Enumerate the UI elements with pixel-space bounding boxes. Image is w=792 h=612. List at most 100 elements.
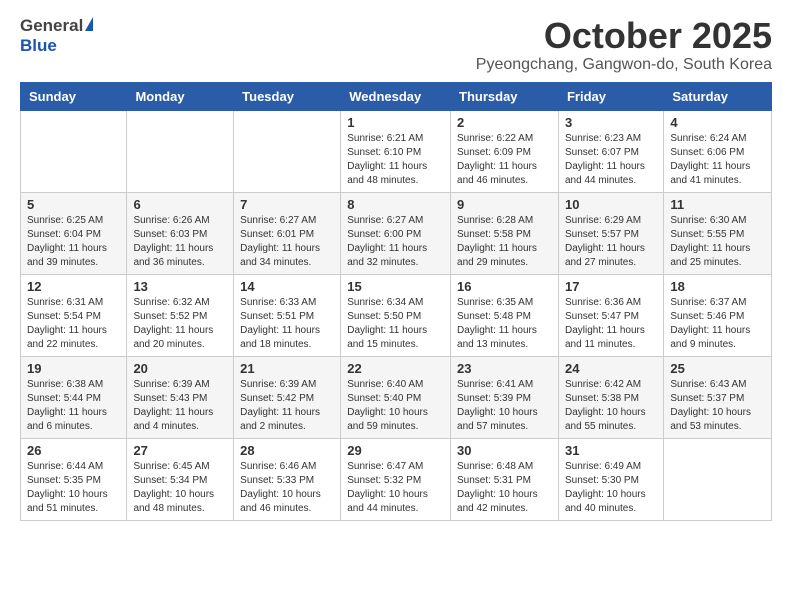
day-number: 26 xyxy=(27,443,120,458)
day-info: Sunrise: 6:48 AM Sunset: 5:31 PM Dayligh… xyxy=(457,460,552,516)
calendar-cell: 20 Sunrise: 6:39 AM Sunset: 5:43 PM Dayli… xyxy=(127,356,234,438)
location-title: Pyeongchang, Gangwon-do, South Korea xyxy=(476,56,772,74)
day-number: 31 xyxy=(565,443,657,458)
day-info: Sunrise: 6:22 AM Sunset: 6:09 PM Dayligh… xyxy=(457,132,552,188)
day-info: Sunrise: 6:31 AM Sunset: 5:54 PM Dayligh… xyxy=(27,296,120,352)
day-info: Sunrise: 6:27 AM Sunset: 6:01 PM Dayligh… xyxy=(240,214,334,270)
calendar-cell: 26 Sunrise: 6:44 AM Sunset: 5:35 PM Dayli… xyxy=(21,438,127,520)
day-number: 9 xyxy=(457,197,552,212)
calendar-cell: 2 Sunrise: 6:22 AM Sunset: 6:09 PM Daylig… xyxy=(451,110,559,192)
calendar-cell: 4Sunrise: 6:24 AM Sunset: 6:06 PM Daylig… xyxy=(664,110,772,192)
day-number: 8 xyxy=(347,197,444,212)
calendar-cell: 14 Sunrise: 6:33 AM Sunset: 5:51 PM Dayli… xyxy=(234,274,341,356)
day-info: Sunrise: 6:33 AM Sunset: 5:51 PM Dayligh… xyxy=(240,296,334,352)
day-info: Sunrise: 6:34 AM Sunset: 5:50 PM Dayligh… xyxy=(347,296,444,352)
day-info: Sunrise: 6:25 AM Sunset: 6:04 PM Dayligh… xyxy=(27,214,120,270)
calendar-cell: 18 Sunrise: 6:37 AM Sunset: 5:46 PM Dayli… xyxy=(664,274,772,356)
day-info: Sunrise: 6:37 AM Sunset: 5:46 PM Dayligh… xyxy=(670,296,765,352)
calendar-cell: 3Sunrise: 6:23 AM Sunset: 6:07 PM Daylig… xyxy=(558,110,663,192)
calendar-cell: 21Sunrise: 6:39 AM Sunset: 5:42 PM Dayli… xyxy=(234,356,341,438)
day-number: 10 xyxy=(565,197,657,212)
weekday-header-friday: Friday xyxy=(558,82,663,110)
day-number: 2 xyxy=(457,115,552,130)
day-info: Sunrise: 6:26 AM Sunset: 6:03 PM Dayligh… xyxy=(133,214,227,270)
weekday-header-monday: Monday xyxy=(127,82,234,110)
day-info: Sunrise: 6:28 AM Sunset: 5:58 PM Dayligh… xyxy=(457,214,552,270)
calendar-week-row: 12 Sunrise: 6:31 AM Sunset: 5:54 PM Dayli… xyxy=(21,274,772,356)
day-number: 19 xyxy=(27,361,120,376)
day-number: 13 xyxy=(133,279,227,294)
day-number: 16 xyxy=(457,279,552,294)
weekday-header-row: SundayMondayTuesdayWednesdayThursdayFrid… xyxy=(21,82,772,110)
day-number: 28 xyxy=(240,443,334,458)
day-number: 30 xyxy=(457,443,552,458)
logo-blue: Blue xyxy=(20,36,57,55)
logo-icon xyxy=(85,17,93,31)
day-info: Sunrise: 6:45 AM Sunset: 5:34 PM Dayligh… xyxy=(133,460,227,516)
day-number: 12 xyxy=(27,279,120,294)
day-number: 18 xyxy=(670,279,765,294)
calendar-cell: 30 Sunrise: 6:48 AM Sunset: 5:31 PM Dayli… xyxy=(451,438,559,520)
calendar-cell: 16 Sunrise: 6:35 AM Sunset: 5:48 PM Dayli… xyxy=(451,274,559,356)
day-info: Sunrise: 6:49 AM Sunset: 5:30 PM Dayligh… xyxy=(565,460,657,516)
calendar-cell: 24 Sunrise: 6:42 AM Sunset: 5:38 PM Dayli… xyxy=(558,356,663,438)
calendar-week-row: 26 Sunrise: 6:44 AM Sunset: 5:35 PM Dayli… xyxy=(21,438,772,520)
weekday-header-thursday: Thursday xyxy=(451,82,559,110)
calendar-cell: 29 Sunrise: 6:47 AM Sunset: 5:32 PM Dayli… xyxy=(341,438,451,520)
day-number: 14 xyxy=(240,279,334,294)
calendar-cell xyxy=(127,110,234,192)
title-area: October 2025 Pyeongchang, Gangwon-do, So… xyxy=(476,16,772,74)
calendar-cell: 23Sunrise: 6:41 AM Sunset: 5:39 PM Dayli… xyxy=(451,356,559,438)
calendar-week-row: 5Sunrise: 6:25 AM Sunset: 6:04 PM Daylig… xyxy=(21,192,772,274)
day-number: 17 xyxy=(565,279,657,294)
calendar-cell: 25Sunrise: 6:43 AM Sunset: 5:37 PM Dayli… xyxy=(664,356,772,438)
logo: General Blue xyxy=(20,16,93,56)
day-number: 15 xyxy=(347,279,444,294)
day-info: Sunrise: 6:47 AM Sunset: 5:32 PM Dayligh… xyxy=(347,460,444,516)
calendar-cell xyxy=(234,110,341,192)
calendar-cell: 31 Sunrise: 6:49 AM Sunset: 5:30 PM Dayli… xyxy=(558,438,663,520)
day-number: 22 xyxy=(347,361,444,376)
day-info: Sunrise: 6:46 AM Sunset: 5:33 PM Dayligh… xyxy=(240,460,334,516)
day-info: Sunrise: 6:29 AM Sunset: 5:57 PM Dayligh… xyxy=(565,214,657,270)
calendar-cell: 27 Sunrise: 6:45 AM Sunset: 5:34 PM Dayli… xyxy=(127,438,234,520)
calendar-cell: 28 Sunrise: 6:46 AM Sunset: 5:33 PM Dayli… xyxy=(234,438,341,520)
day-info: Sunrise: 6:42 AM Sunset: 5:38 PM Dayligh… xyxy=(565,378,657,434)
day-number: 23 xyxy=(457,361,552,376)
calendar-cell: 8 Sunrise: 6:27 AM Sunset: 6:00 PM Daylig… xyxy=(341,192,451,274)
weekday-header-tuesday: Tuesday xyxy=(234,82,341,110)
day-info: Sunrise: 6:39 AM Sunset: 5:43 PM Dayligh… xyxy=(133,378,227,434)
day-info: Sunrise: 6:40 AM Sunset: 5:40 PM Dayligh… xyxy=(347,378,444,434)
day-number: 4 xyxy=(670,115,765,130)
calendar: SundayMondayTuesdayWednesdayThursdayFrid… xyxy=(20,82,772,521)
day-number: 3 xyxy=(565,115,657,130)
day-info: Sunrise: 6:30 AM Sunset: 5:55 PM Dayligh… xyxy=(670,214,765,270)
calendar-cell: 7Sunrise: 6:27 AM Sunset: 6:01 PM Daylig… xyxy=(234,192,341,274)
day-info: Sunrise: 6:35 AM Sunset: 5:48 PM Dayligh… xyxy=(457,296,552,352)
day-number: 29 xyxy=(347,443,444,458)
day-number: 27 xyxy=(133,443,227,458)
calendar-cell: 10 Sunrise: 6:29 AM Sunset: 5:57 PM Dayli… xyxy=(558,192,663,274)
weekday-header-sunday: Sunday xyxy=(21,82,127,110)
header: General Blue October 2025 Pyeongchang, G… xyxy=(20,16,772,74)
day-number: 6 xyxy=(133,197,227,212)
day-number: 1 xyxy=(347,115,444,130)
calendar-cell: 17 Sunrise: 6:36 AM Sunset: 5:47 PM Dayli… xyxy=(558,274,663,356)
calendar-cell: 5Sunrise: 6:25 AM Sunset: 6:04 PM Daylig… xyxy=(21,192,127,274)
weekday-header-wednesday: Wednesday xyxy=(341,82,451,110)
day-info: Sunrise: 6:32 AM Sunset: 5:52 PM Dayligh… xyxy=(133,296,227,352)
calendar-week-row: 19 Sunrise: 6:38 AM Sunset: 5:44 PM Dayli… xyxy=(21,356,772,438)
calendar-cell: 11Sunrise: 6:30 AM Sunset: 5:55 PM Dayli… xyxy=(664,192,772,274)
day-info: Sunrise: 6:44 AM Sunset: 5:35 PM Dayligh… xyxy=(27,460,120,516)
day-info: Sunrise: 6:21 AM Sunset: 6:10 PM Dayligh… xyxy=(347,132,444,188)
day-info: Sunrise: 6:27 AM Sunset: 6:00 PM Dayligh… xyxy=(347,214,444,270)
day-info: Sunrise: 6:38 AM Sunset: 5:44 PM Dayligh… xyxy=(27,378,120,434)
calendar-cell: 15 Sunrise: 6:34 AM Sunset: 5:50 PM Dayli… xyxy=(341,274,451,356)
calendar-cell: 6 Sunrise: 6:26 AM Sunset: 6:03 PM Daylig… xyxy=(127,192,234,274)
month-title: October 2025 xyxy=(476,16,772,56)
day-number: 20 xyxy=(133,361,227,376)
day-number: 24 xyxy=(565,361,657,376)
day-info: Sunrise: 6:36 AM Sunset: 5:47 PM Dayligh… xyxy=(565,296,657,352)
day-info: Sunrise: 6:39 AM Sunset: 5:42 PM Dayligh… xyxy=(240,378,334,434)
day-number: 25 xyxy=(670,361,765,376)
